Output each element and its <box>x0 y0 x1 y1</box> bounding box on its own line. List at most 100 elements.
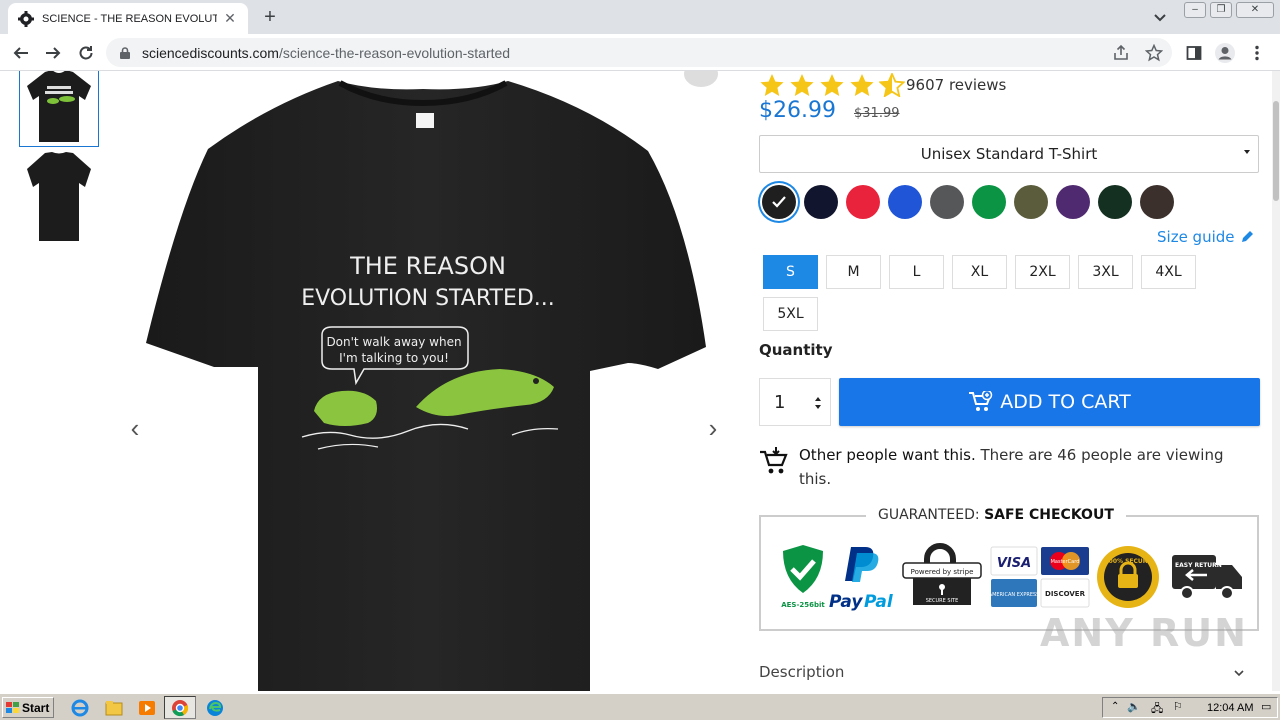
file-explorer-icon[interactable] <box>104 698 124 718</box>
size-option-s[interactable]: S <box>763 255 818 289</box>
shopping-cart-icon <box>760 447 788 474</box>
color-swatch[interactable] <box>1014 185 1048 219</box>
color-swatch[interactable] <box>762 185 796 219</box>
easy-return-label: EASY RETURN <box>1175 562 1222 569</box>
color-swatch[interactable] <box>930 185 964 219</box>
minimize-window-icon[interactable]: – <box>1184 2 1206 18</box>
guarantee-bold: SAFE CHECKOUT <box>984 507 1114 523</box>
aes-label: AES-256bit <box>781 601 825 609</box>
size-option-2xl[interactable]: 2XL <box>1015 255 1070 289</box>
old-price: $31.99 <box>854 106 900 121</box>
chevron-down-icon <box>1234 670 1244 677</box>
amex-label: AMERICAN EXPRESS <box>989 592 1040 598</box>
scrollbar-thumb[interactable] <box>1273 101 1279 201</box>
paypal-word-b: Pal <box>864 592 894 612</box>
restore-window-icon[interactable]: ❐ <box>1210 2 1232 18</box>
edge-icon[interactable] <box>205 698 225 718</box>
thumbnail-back[interactable] <box>19 152 99 241</box>
prev-image-arrow[interactable]: ‹ <box>124 413 146 443</box>
monitor-icon[interactable]: ▭ <box>1261 700 1271 713</box>
address-bar[interactable]: sciencediscounts.com/science-the-reason-… <box>106 38 1172 67</box>
spinner-arrows-icon[interactable] <box>814 395 822 411</box>
aes-shield-icon: AES-256bit <box>781 545 825 609</box>
star-half-icon <box>879 73 905 97</box>
side-panel-button[interactable] <box>1183 42 1205 64</box>
size-option-m[interactable]: M <box>826 255 881 289</box>
size-guide-link[interactable]: Size guide <box>1157 228 1255 246</box>
bookmark-star-icon[interactable] <box>1145 44 1163 62</box>
new-tab-button[interactable]: + <box>258 6 282 28</box>
color-swatch[interactable] <box>972 185 1006 219</box>
description-accordion[interactable]: Description <box>759 663 1259 691</box>
tab-title: SCIENCE - THE REASON EVOLUTION <box>42 12 217 25</box>
discover-label: DISCOVER <box>1045 590 1086 598</box>
tab-search-chevron-icon[interactable] <box>1150 8 1170 28</box>
reload-button[interactable] <box>74 41 98 65</box>
stripe-secure-label: SECURE SITE <box>926 598 959 604</box>
star-full-icon <box>760 74 784 96</box>
style-select[interactable]: Unisex Standard T-Shirt <box>759 135 1259 173</box>
color-swatch[interactable] <box>1098 185 1132 219</box>
size-option-3xl[interactable]: 3XL <box>1078 255 1133 289</box>
browser-menu-button[interactable] <box>1246 42 1268 64</box>
tshirt-front-thumbnail <box>27 71 91 142</box>
start-button[interactable]: Start <box>2 697 54 718</box>
thumbnail-front[interactable] <box>19 71 99 147</box>
paypal-word-a: Pay <box>829 592 863 612</box>
rating-row: 9607 reviews <box>759 73 1006 97</box>
shirt-headline-line2: EVOLUTION STARTED... <box>301 286 555 311</box>
product-hero-image[interactable]: THE REASON EVOLUTION STARTED... Don't wa… <box>118 71 738 691</box>
tshirt-back-thumbnail <box>27 152 91 241</box>
internet-explorer-icon[interactable] <box>70 698 90 718</box>
flag-icon[interactable]: ⚐ <box>1173 700 1183 713</box>
chrome-taskbar-button[interactable] <box>164 696 196 719</box>
network-icon[interactable]: 🖧 <box>1151 700 1163 719</box>
color-swatches <box>762 185 1182 219</box>
tshirt-image: THE REASON EVOLUTION STARTED... Don't wa… <box>146 80 706 691</box>
visa-label: VISA <box>997 556 1031 571</box>
size-option-l[interactable]: L <box>889 255 944 289</box>
system-tray: ⌃ 🔈 🖧 ⚐ 12:04 AM ▭ <box>1102 697 1278 718</box>
check-icon <box>772 196 786 208</box>
size-option-xl[interactable]: XL <box>952 255 1007 289</box>
forward-button[interactable] <box>41 41 65 65</box>
color-swatch[interactable] <box>1140 185 1174 219</box>
browser-tab-active[interactable]: SCIENCE - THE REASON EVOLUTION ✕ <box>8 3 248 34</box>
color-swatch[interactable] <box>804 185 838 219</box>
color-swatch[interactable] <box>846 185 880 219</box>
paypal-logo-icon: Pay Pal <box>829 547 894 612</box>
profile-button[interactable] <box>1214 42 1236 64</box>
windows-taskbar: Start ⌃ 🔈 🖧 ⚐ 12:04 AM ▭ <box>0 693 1280 720</box>
easy-return-truck-icon: EASY RETURN <box>1172 555 1242 600</box>
stripe-secure-icon: Powered by stripe SECURE SITE <box>902 543 982 605</box>
size-option-5xl[interactable]: 5XL <box>763 297 818 331</box>
size-option-4xl[interactable]: 4XL <box>1141 255 1196 289</box>
tab-close-icon[interactable]: ✕ <box>222 10 238 27</box>
share-icon[interactable] <box>1112 44 1130 62</box>
color-swatch[interactable] <box>888 185 922 219</box>
speaker-icon[interactable]: 🔈 <box>1127 700 1141 713</box>
description-label: Description <box>759 663 845 681</box>
url-text[interactable]: sciencediscounts.com/science-the-reason-… <box>142 45 510 61</box>
close-window-icon[interactable]: ✕ <box>1236 2 1274 18</box>
product-page: THE REASON EVOLUTION STARTED... Don't wa… <box>0 71 1280 691</box>
review-count[interactable]: 9607 reviews <box>906 76 1006 94</box>
next-image-arrow[interactable]: › <box>702 413 724 443</box>
add-to-cart-button[interactable]: ADD TO CART <box>839 378 1260 426</box>
clock[interactable]: 12:04 AM <box>1207 702 1253 714</box>
quantity-value: 1 <box>774 391 786 413</box>
back-button[interactable] <box>9 41 33 65</box>
tray-expand-icon[interactable]: ⌃ <box>1111 701 1119 712</box>
quantity-stepper[interactable]: 1 <box>759 378 831 426</box>
media-player-icon[interactable] <box>137 698 157 718</box>
url-domain: sciencediscounts.com <box>142 44 279 61</box>
color-swatch[interactable] <box>1056 185 1090 219</box>
safe-checkout-title: GUARANTEED: SAFE CHECKOUT <box>866 507 1126 523</box>
style-select-value: Unisex Standard T-Shirt <box>920 145 1098 163</box>
lock-icon[interactable] <box>118 46 132 60</box>
pencil-icon <box>1241 231 1253 242</box>
trust-badges: AES-256bit Pay Pal Powered by stripe SEC <box>781 543 1242 612</box>
page-scrollbar[interactable] <box>1272 71 1280 691</box>
caret-down-icon <box>1244 150 1250 154</box>
anyrun-watermark: ANY RUN <box>1040 611 1248 655</box>
